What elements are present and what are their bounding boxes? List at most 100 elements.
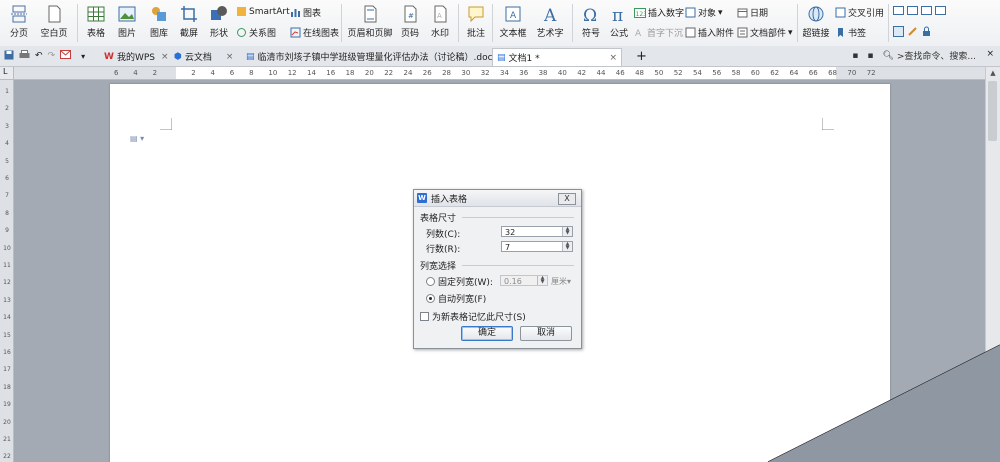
lock-icon[interactable] (921, 26, 932, 40)
spinner-buttons[interactable]: ▲ ▼ (562, 227, 572, 236)
form-check-icon[interactable] (921, 6, 932, 18)
page-number-icon: # (404, 5, 417, 23)
ribbon-divider (77, 4, 78, 42)
gallery-button[interactable]: 图库 (144, 4, 174, 39)
scroll-up-icon[interactable]: ▲ (988, 69, 998, 77)
blank-page-button[interactable]: 空白页 (36, 4, 72, 39)
ruler-tick-label: 8 (5, 209, 9, 217)
header-footer-button[interactable]: 页眉和页脚 (346, 4, 394, 39)
symbol-button[interactable]: Ω 符号 (577, 4, 605, 39)
vertical-ruler[interactable]: 1 2 3 4 5 6 7 8 9 10 11 12 13 14 15 16 17 18 19 20 21 22 (0, 80, 14, 462)
close-icon[interactable]: × (226, 52, 234, 62)
fixed-width-spinner[interactable]: 0.16 ▲ ▼ (500, 275, 548, 286)
svg-text:123: 123 (636, 11, 647, 18)
header-footer-label: 页眉和页脚 (347, 29, 393, 39)
form-combo-icon[interactable] (935, 6, 946, 18)
tab-my-wps[interactable]: W 我的WPS × (100, 48, 173, 65)
remember-size-checkbox[interactable] (420, 312, 429, 321)
form-field-icon[interactable] (907, 6, 918, 18)
vertical-scrollbar[interactable]: ▲ (985, 67, 1000, 462)
quick-access-chevron-icon[interactable]: ▾ (81, 52, 85, 61)
dialog-close-button[interactable]: X (558, 193, 576, 205)
insert-table-dialog: W 插入表格 X 表格尺寸 列数(C): 32 ▲ ▼ 行数(R): 7 ▲ ▼ 列… (413, 189, 582, 349)
ruler-tick-label: 68 (828, 69, 838, 77)
shapes-label: 形状 (209, 29, 228, 39)
auto-width-radio[interactable] (426, 294, 435, 303)
smartart-button[interactable]: SmartArt (236, 6, 290, 17)
insert-attachment-button[interactable]: 插入附件 (685, 26, 734, 39)
rows-spinner[interactable]: 7 ▲ ▼ (501, 241, 573, 252)
columns-spinner[interactable]: 32 ▲ ▼ (501, 226, 573, 237)
spinner-buttons[interactable]: ▲ ▼ (537, 276, 547, 285)
columns-value: 32 (505, 228, 516, 237)
command-search[interactable]: ▪ ▪ 🔍︎ >查找命令、搜索... (852, 49, 976, 63)
bookmark-button[interactable]: 书签 (835, 26, 866, 39)
tab-label: 文档1 * (508, 54, 540, 64)
ribbon-toolbar: 分页 空白页 表格 图片 图库 截屏 形状 SmartArt 图表 关系图 在线… (0, 0, 1000, 47)
spin-down-icon[interactable]: ▼ (563, 246, 572, 251)
table-button[interactable]: 表格 (82, 4, 110, 39)
form-icon[interactable] (893, 6, 904, 18)
tab-cloud-docs[interactable]: ⬢ 云文档 × (170, 48, 237, 65)
tab-document-1[interactable]: ▤ 文档1 * × (492, 48, 622, 66)
group-divider (462, 265, 574, 266)
ruler-tick-label: 58 (731, 69, 741, 77)
save-icon[interactable] (4, 50, 14, 63)
picture-button[interactable]: 图片 (112, 4, 142, 39)
pen-icon[interactable] (907, 26, 918, 40)
insert-number-button[interactable]: 123 插入数字 (634, 6, 684, 19)
spinner-buttons[interactable]: ▲ ▼ (562, 242, 572, 251)
paste-options-icon[interactable]: ▤ ▾ (130, 134, 144, 143)
tab-document-doc[interactable]: ▤ 临清市刘垓子镇中学班级管理量化评估办法（讨论稿）.doc × (242, 48, 510, 65)
close-icon[interactable]: × (986, 49, 994, 59)
crop-mark-top-right (822, 118, 834, 130)
chart-button[interactable]: 图表 (290, 6, 321, 19)
chevron-down-icon: ▾ (788, 27, 793, 38)
fixed-width-radio[interactable] (426, 277, 435, 286)
spin-down-icon[interactable]: ▼ (538, 280, 547, 285)
scroll-thumb[interactable] (988, 81, 997, 141)
close-icon[interactable]: × (609, 53, 617, 63)
tab-label: 我的WPS (116, 53, 155, 63)
online-chart-button[interactable]: 在线图表 (290, 26, 339, 39)
drop-cap-button[interactable]: A 首字下沉 (634, 26, 683, 39)
ruler-corner[interactable]: L (0, 67, 14, 80)
ruler-tick-label: 21 (3, 436, 11, 443)
relation-graph-button[interactable]: 关系图 (236, 26, 276, 39)
page-break-button[interactable]: 分页 (4, 4, 34, 39)
horizontal-ruler[interactable]: 6 4 2 2 4 6 8 10 12 14 16 18 20 22 24 26 28 30 32 34 36 38 40 4… (14, 67, 986, 80)
shapes-button[interactable]: 形状 (204, 4, 234, 39)
trash-icon[interactable]: ▪ (867, 51, 873, 61)
spin-down-icon[interactable]: ▼ (563, 231, 572, 236)
new-tab-button[interactable]: + (632, 48, 651, 65)
cross-ref-button[interactable]: 交叉引用 (835, 6, 884, 19)
page-number-button[interactable]: # 页码 (396, 4, 424, 39)
date-button[interactable]: 日期 (737, 6, 768, 19)
ok-button[interactable]: 确定 (461, 326, 513, 341)
comment-button[interactable]: 批注 (463, 4, 489, 39)
bookmark-icon (838, 28, 843, 37)
dialog-titlebar[interactable]: W 插入表格 (414, 190, 581, 207)
close-icon[interactable]: × (161, 52, 169, 62)
redo-icon[interactable]: ↷ (48, 51, 56, 61)
screenshot-button[interactable]: 截屏 (174, 4, 204, 39)
ruler-tick-label: 52 (673, 69, 683, 77)
cancel-button[interactable]: 取消 (520, 326, 572, 341)
formula-button[interactable]: π 公式 (606, 4, 632, 39)
unit-dropdown[interactable]: 厘米▾ (551, 276, 571, 287)
ruler-tick-label: 32 (480, 69, 490, 77)
dialog-title: 插入表格 (431, 194, 468, 205)
watermark-button[interactable]: A 水印 (426, 4, 454, 39)
email-icon[interactable] (60, 50, 72, 62)
feedback-icon[interactable]: ▪ (852, 51, 858, 61)
wps-logo-icon: W (417, 193, 427, 203)
ruler-tick-label: 40 (557, 69, 567, 77)
doc-parts-button[interactable]: 文档部件 ▾ (737, 26, 793, 39)
object-button[interactable]: 对象 ▾ (685, 6, 723, 19)
textbox-button[interactable]: A 文本框 (496, 4, 530, 39)
hyperlink-button[interactable]: 超链接 (800, 4, 832, 39)
wordart-button[interactable]: A 艺术字 (533, 4, 567, 39)
undo-icon[interactable]: ↶ (35, 51, 43, 61)
print-icon[interactable] (19, 49, 30, 63)
design-mode-icon[interactable] (893, 26, 904, 40)
